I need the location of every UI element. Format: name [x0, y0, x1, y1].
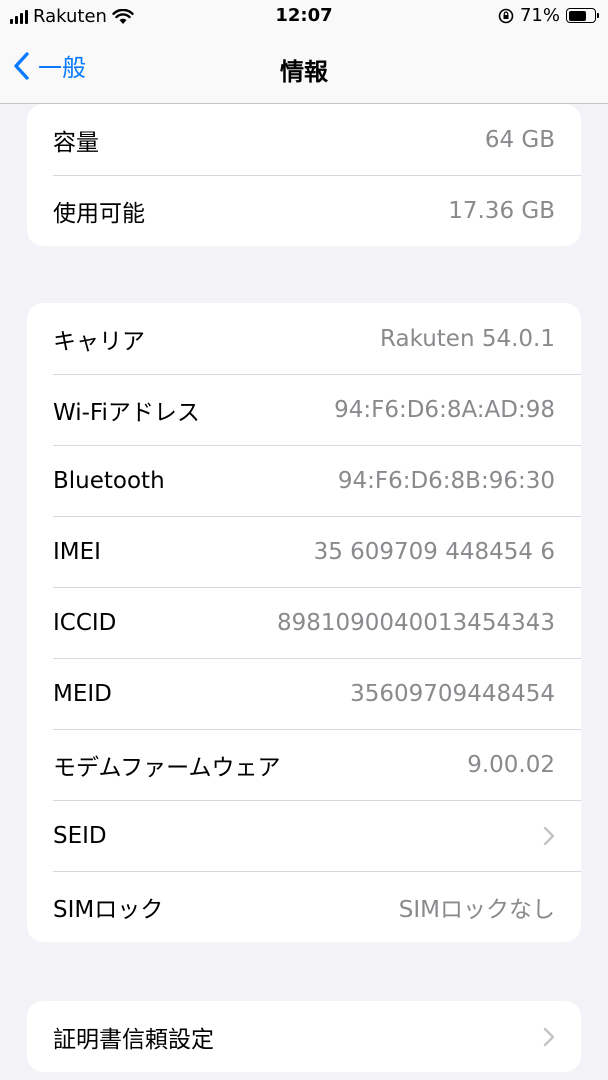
modem-firmware-label: モデムファームウェア: [53, 754, 281, 781]
carrier-label: キャリア: [53, 328, 145, 355]
available-label: 使用可能: [53, 200, 145, 227]
capacity-row: 容量 64 GB: [27, 104, 581, 175]
carrier-row: キャリア Rakuten 54.0.1: [27, 303, 581, 374]
sim-lock-label: SIMロック: [53, 896, 164, 923]
seid-label: SEID: [53, 822, 107, 849]
carrier-value: Rakuten 54.0.1: [380, 325, 555, 352]
certificate-trust-label: 証明書信頼設定: [53, 1026, 214, 1053]
imei-row: IMEI 35 609709 448454 6: [27, 516, 581, 587]
available-row: 使用可能 17.36 GB: [27, 175, 581, 246]
orientation-lock-icon: [498, 8, 514, 23]
wifi-address-label: Wi-Fiアドレス: [53, 399, 200, 426]
bluetooth-row: Bluetooth 94:F6:D6:8B:96:30: [27, 445, 581, 516]
imei-label: IMEI: [53, 538, 101, 565]
storage-group: 容量 64 GB 使用可能 17.36 GB: [27, 104, 581, 246]
capacity-value: 64 GB: [484, 126, 555, 153]
wifi-address-value: 94:F6:D6:8A:AD:98: [334, 396, 555, 423]
seid-row[interactable]: SEID: [27, 800, 581, 871]
meid-row: MEID 35609709448454: [27, 658, 581, 729]
iccid-row: ICCID 8981090040013454343: [27, 587, 581, 658]
status-right: 71%: [498, 5, 599, 26]
status-bar: Rakuten 12:07 71%: [0, 0, 608, 34]
capacity-label: 容量: [53, 129, 99, 156]
meid-label: MEID: [53, 680, 112, 707]
battery-fill: [568, 10, 587, 21]
iccid-label: ICCID: [53, 609, 117, 636]
battery-percent: 71%: [519, 5, 560, 26]
chevron-right-icon: [543, 1027, 555, 1046]
page-title: 情報: [280, 58, 328, 86]
sim-lock-row: SIMロック SIMロックなし: [27, 871, 581, 942]
imei-value: 35 609709 448454 6: [313, 538, 555, 565]
certificate-trust-row[interactable]: 証明書信頼設定: [27, 1001, 581, 1072]
chevron-right-icon: [543, 826, 555, 845]
meid-value: 35609709448454: [350, 680, 555, 707]
wifi-address-row: Wi-Fiアドレス 94:F6:D6:8A:AD:98: [27, 374, 581, 445]
available-value: 17.36 GB: [448, 197, 555, 224]
certificate-group: 証明書信頼設定: [27, 1001, 581, 1072]
bluetooth-label: Bluetooth: [53, 467, 165, 494]
navigation-bar: 一般 情報: [0, 34, 608, 104]
sim-lock-value: SIMロックなし: [398, 896, 555, 923]
modem-firmware-row: モデムファームウェア 9.00.02: [27, 729, 581, 800]
battery-icon: [566, 8, 599, 23]
iccid-value: 8981090040013454343: [276, 609, 555, 636]
modem-firmware-value: 9.00.02: [467, 751, 555, 778]
network-group: キャリア Rakuten 54.0.1 Wi-Fiアドレス 94:F6:D6:8…: [27, 303, 581, 942]
bluetooth-value: 94:F6:D6:8B:96:30: [337, 467, 555, 494]
